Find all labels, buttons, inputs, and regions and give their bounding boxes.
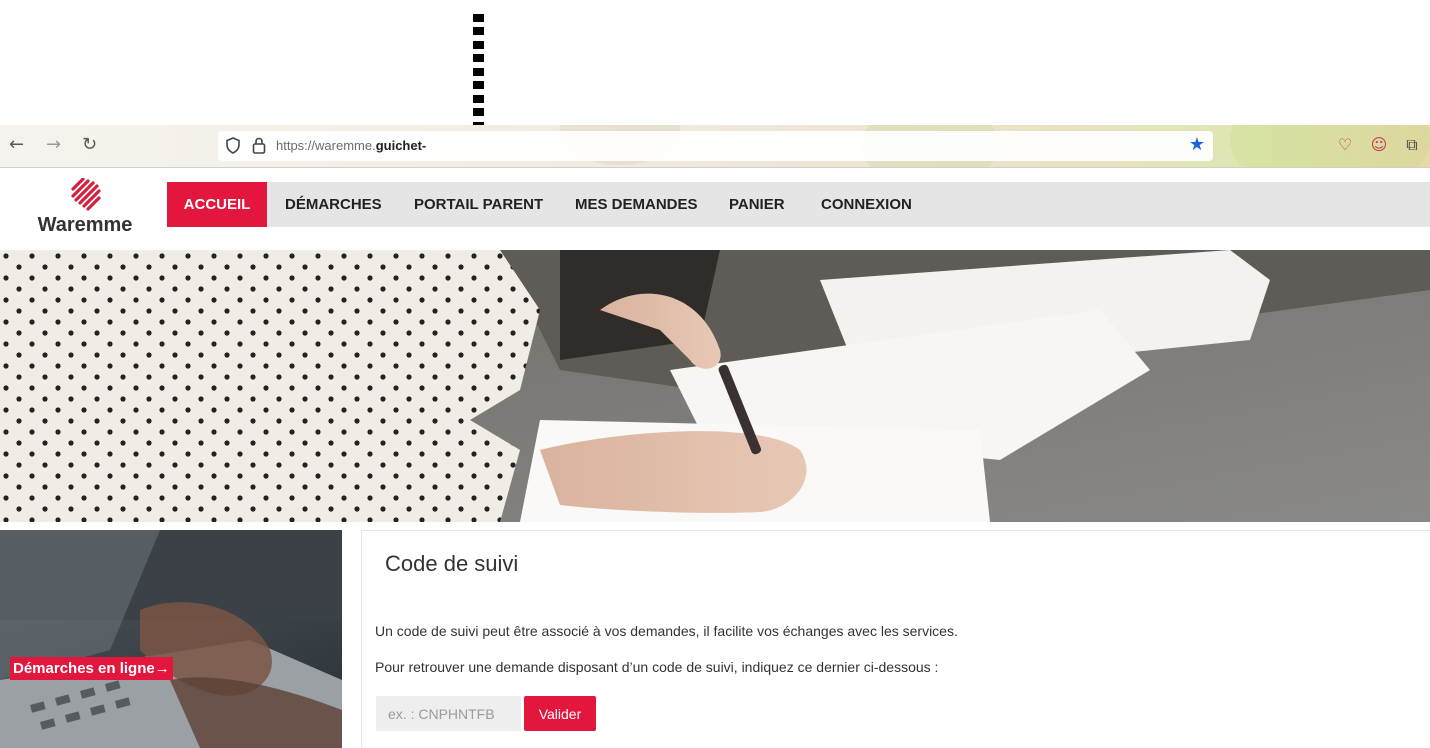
nav-portail-parent[interactable]: PORTAIL PARENT — [396, 182, 561, 227]
laptop-image — [0, 530, 342, 748]
pocket-icon[interactable]: ♡ — [1334, 134, 1356, 156]
account-icon[interactable]: ☺ — [1368, 134, 1390, 156]
extensions-icon[interactable]: ⧉ — [1401, 134, 1423, 156]
tracking-code-input[interactable] — [376, 696, 521, 731]
tracking-code-panel: Code de suivi Un code de suivi peut être… — [361, 530, 1430, 748]
reload-icon[interactable]: ↻ — [82, 135, 97, 155]
nav-accueil[interactable]: ACCUEIL — [167, 182, 267, 227]
nav-connexion[interactable]: CONNEXION — [803, 182, 930, 227]
address-bar[interactable]: https://waremme.guichet- ★ — [218, 131, 1213, 161]
tracking-intro: Un code de suivi peut être associé à vos… — [375, 623, 958, 639]
online-procedures-card[interactable]: Démarches en ligne→ — [0, 530, 342, 748]
tracking-instruction: Pour retrouver une demande disposant d’u… — [375, 659, 939, 675]
site-logo[interactable]: Waremme — [30, 176, 140, 246]
logo-text: Waremme — [37, 214, 133, 236]
site-header: Waremme ACCUEIL DÉMARCHES PORTAIL PARENT… — [0, 168, 1430, 250]
online-procedures-label[interactable]: Démarches en ligne→ — [10, 657, 173, 680]
url-text[interactable]: https://waremme.guichet- — [276, 138, 426, 153]
validate-button[interactable]: Valider — [524, 696, 596, 731]
nav-mes-demandes[interactable]: MES DEMANDES — [557, 182, 716, 227]
lock-icon[interactable] — [252, 137, 266, 154]
nav-demarches[interactable]: DÉMARCHES — [267, 182, 400, 227]
hero-image — [0, 250, 1430, 522]
tracking-title: Code de suivi — [385, 551, 519, 576]
shield-icon[interactable] — [226, 137, 240, 154]
nav-panier[interactable]: PANIER — [711, 182, 803, 227]
back-icon[interactable]: ← — [9, 135, 24, 155]
main-nav: ACCUEIL DÉMARCHES PORTAIL PARENT MES DEM… — [167, 182, 1430, 227]
browser-toolbar: ← → ↻ https://waremme.guichet- ★ ♡ ☺ ⧉ — [0, 125, 1430, 168]
waremme-logo-icon — [71, 178, 101, 211]
bookmark-star-icon[interactable]: ★ — [1189, 134, 1205, 155]
forward-icon[interactable]: → — [46, 135, 61, 155]
